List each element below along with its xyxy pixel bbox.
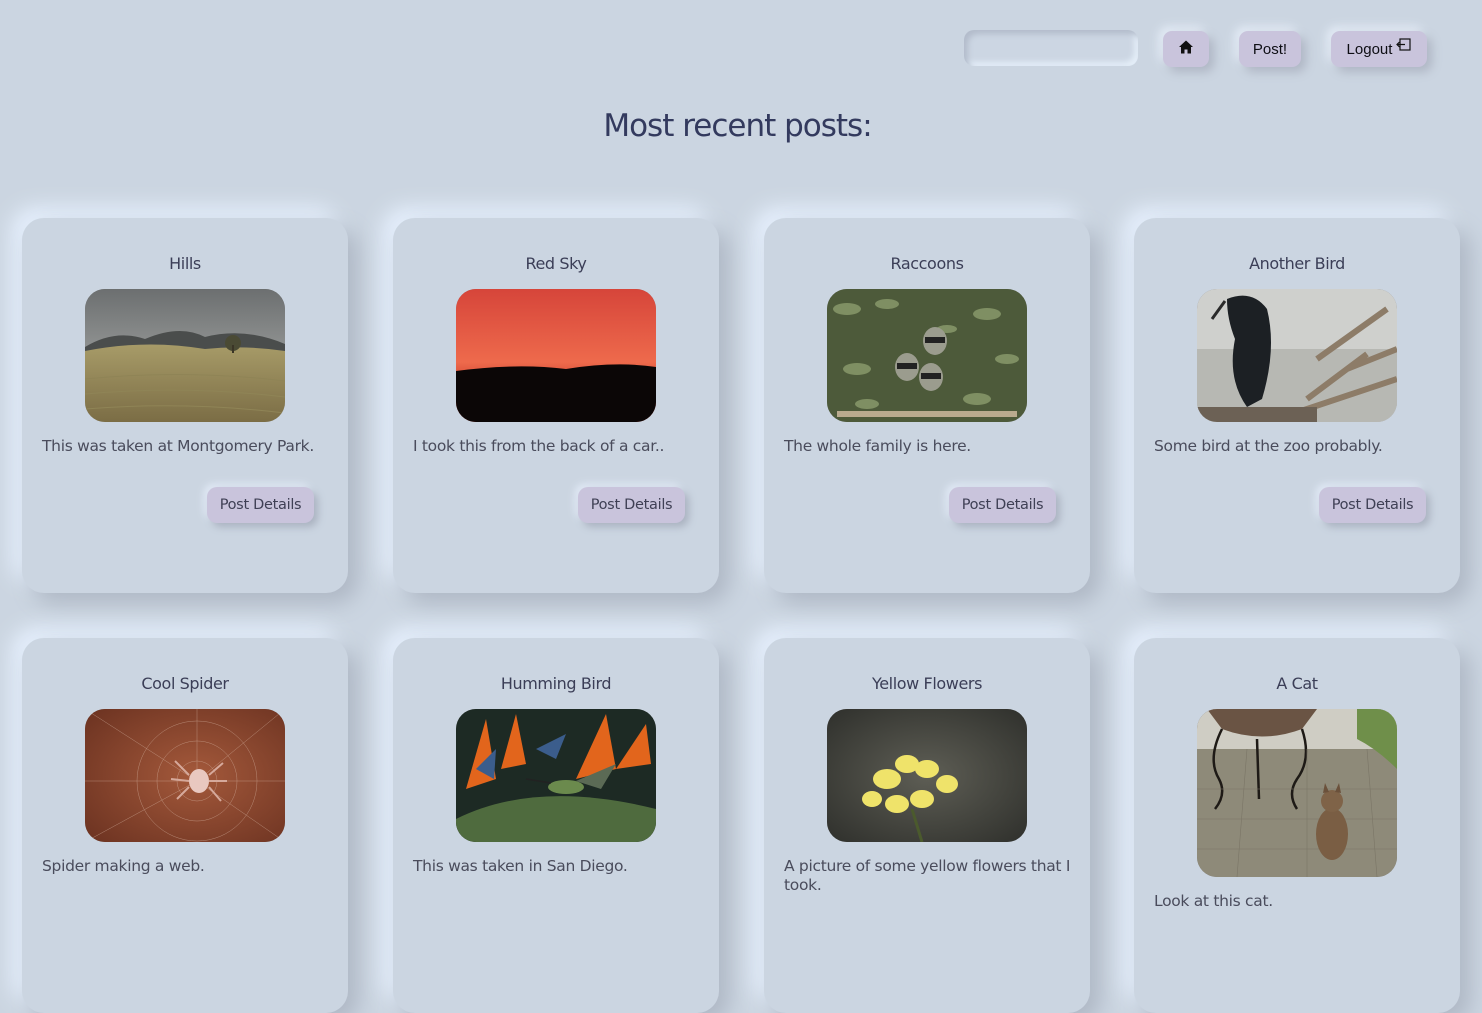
post-description: The whole family is here.: [784, 437, 971, 455]
post-title: A Cat: [1276, 674, 1318, 693]
post-title: Another Bird: [1249, 254, 1345, 273]
post-card: Yellow Flowers A picture of some yellow …: [764, 638, 1090, 1013]
post-image: [827, 709, 1027, 842]
post-description: This was taken in San Diego.: [413, 857, 628, 875]
logout-icon: [1396, 37, 1412, 55]
top-nav: Post! Logout: [0, 0, 1482, 90]
post-title: Yellow Flowers: [871, 674, 983, 693]
post-details-button[interactable]: Post Details: [207, 487, 314, 523]
post-card: Cool Spider Spider making a web.: [22, 638, 348, 1013]
post-image: [1197, 289, 1397, 422]
page-title: Most recent posts:: [603, 108, 872, 144]
post-card: Another Bird Some bird at the zoo probab…: [1134, 218, 1460, 593]
post-title: Hills: [169, 254, 201, 273]
post-image: [456, 289, 656, 422]
post-image: [827, 289, 1027, 422]
post-card: A Cat Look at this cat.: [1134, 638, 1460, 1013]
post-card: Humming Bird This was taken in San Diego…: [393, 638, 719, 1013]
post-title: Cool Spider: [141, 674, 229, 693]
post-description: Some bird at the zoo probably.: [1154, 437, 1383, 455]
post-title: Red Sky: [525, 254, 587, 273]
post-details-button[interactable]: Post Details: [1319, 487, 1426, 523]
post-card: Red Sky I took this from the back of a c…: [393, 218, 719, 593]
post-details-button[interactable]: Post Details: [949, 487, 1056, 523]
logout-button-label: Logout: [1346, 40, 1393, 58]
post-title: Humming Bird: [500, 674, 612, 693]
post-description: A picture of some yellow flowers that I …: [784, 857, 1071, 894]
post-description: Spider making a web.: [42, 857, 205, 875]
post-image: [1197, 709, 1397, 877]
post-details-button[interactable]: Post Details: [578, 487, 685, 523]
search-input[interactable]: [964, 30, 1138, 66]
logout-button[interactable]: Logout: [1331, 31, 1427, 67]
post-card: Hills This was taken at Montgomery Park.…: [22, 218, 348, 593]
post-description: This was taken at Montgomery Park.: [42, 437, 314, 455]
post-button[interactable]: Post!: [1239, 31, 1301, 67]
post-image: [456, 709, 656, 842]
post-title: Raccoons: [890, 254, 964, 273]
post-image: [85, 289, 285, 422]
post-description: Look at this cat.: [1154, 892, 1273, 910]
post-card: Raccoons The whole family is here. Post …: [764, 218, 1090, 593]
home-button[interactable]: [1163, 31, 1209, 67]
post-image: [85, 709, 285, 842]
post-button-label: Post!: [1252, 40, 1288, 58]
home-icon: [1178, 39, 1194, 59]
post-description: I took this from the back of a car..: [413, 437, 665, 455]
